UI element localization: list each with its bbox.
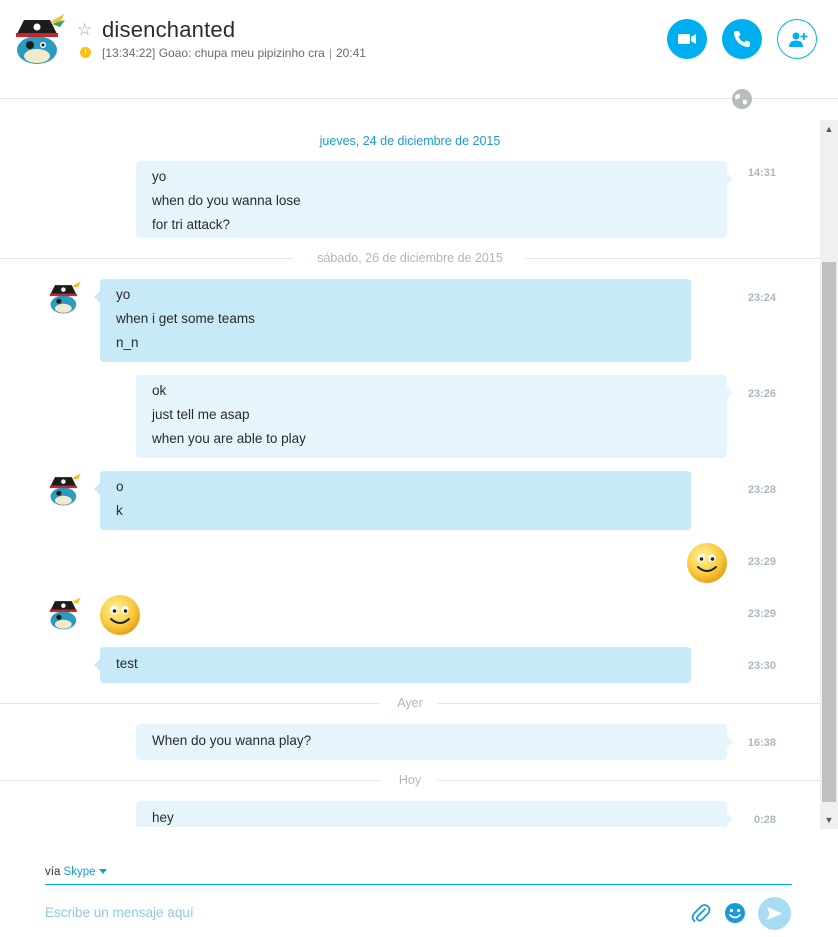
message-line: n_n (116, 335, 139, 350)
message-line: when you are able to play (152, 431, 306, 446)
contact-avatar-small[interactable] (46, 472, 82, 508)
smile-emoticon-icon[interactable] (686, 542, 728, 584)
scroll-up-arrow-icon[interactable]: ▲ (820, 120, 838, 138)
mood-text: [13:34:22] Goao: chupa meu pipizinho cra (102, 46, 325, 60)
contact-avatar-small[interactable] (46, 596, 82, 632)
message-line: ok (152, 383, 167, 398)
smile-emoticon-icon[interactable] (99, 594, 141, 636)
message-line: for tri attack? (152, 217, 231, 232)
date-separator: Hoy (0, 771, 820, 791)
contact-name: disenchanted (102, 17, 236, 42)
add-person-icon (789, 32, 808, 47)
conversation-area[interactable]: jueves, 24 de diciembre de 2015 yo when … (0, 120, 820, 827)
message-bubble-outgoing[interactable]: yo when do you wanna lose for tri attack… (136, 161, 733, 238)
video-camera-icon (678, 34, 696, 44)
message-line: yo (116, 287, 131, 302)
send-via-selector[interactable]: vía Skype (45, 866, 107, 878)
scrollbar-thumb[interactable] (822, 262, 836, 802)
via-label: vía (45, 866, 61, 878)
chat-scrollbar[interactable]: ▲ ▼ (820, 120, 838, 829)
message-bubble-outgoing[interactable]: hey (136, 801, 733, 827)
chat-header: ☆ disenchanted [13:34:22] Goao: chupa me… (0, 0, 838, 99)
message-line: k (116, 503, 123, 518)
mood-message: [13:34:22] Goao: chupa meu pipizinho cra… (102, 46, 366, 60)
contact-avatar-small[interactable] (46, 280, 82, 316)
message-time: 23:29 (747, 556, 776, 568)
message-line: o (116, 479, 124, 494)
message-line: test (116, 656, 138, 671)
via-service[interactable]: Skype (64, 866, 96, 878)
message-composer: vía Skype (0, 829, 838, 937)
message-bubble-incoming[interactable]: yo when i get some teams n_n (94, 279, 691, 362)
date-separator: sábado, 26 de diciembre de 2015 (0, 249, 820, 269)
date-separator: Ayer (0, 694, 820, 714)
audio-call-button[interactable] (722, 19, 762, 59)
message-bubble-outgoing[interactable]: ok just tell me asap when you are able t… (136, 375, 733, 458)
message-time: 23:24 (747, 292, 776, 304)
message-line: when do you wanna lose (152, 193, 301, 208)
dropdown-caret-icon[interactable] (98, 869, 107, 875)
message-bubble-incoming[interactable]: test (94, 647, 691, 683)
message-time: 16:38 (747, 737, 776, 749)
scroll-down-arrow-icon[interactable]: ▼ (820, 811, 838, 829)
message-input[interactable] (45, 901, 665, 923)
input-underline (45, 884, 792, 885)
favorite-star-icon[interactable]: ☆ (77, 20, 92, 40)
message-time: 23:28 (747, 484, 776, 496)
add-participant-button[interactable] (777, 19, 817, 59)
clock-icon (80, 47, 91, 58)
message-bubble-outgoing[interactable]: When do you wanna play? (136, 724, 733, 760)
attachment-paperclip-icon[interactable] (690, 902, 712, 924)
phone-icon (734, 31, 750, 47)
globe-icon[interactable] (731, 88, 753, 110)
message-line: hey (152, 810, 174, 825)
message-line: When do you wanna play? (152, 733, 312, 748)
send-button[interactable] (758, 897, 791, 930)
message-bubble-incoming[interactable]: o k (94, 471, 691, 530)
message-time: 23:26 (747, 388, 776, 400)
send-paper-plane-icon (767, 907, 782, 920)
video-call-button[interactable] (667, 19, 707, 59)
message-line: yo (152, 169, 167, 184)
message-line: just tell me asap (152, 407, 250, 422)
message-time: 23:29 (747, 608, 776, 620)
mood-time: 20:41 (335, 46, 366, 60)
message-line: when i get some teams (116, 311, 255, 326)
date-separator: jueves, 24 de diciembre de 2015 (319, 134, 501, 148)
message-time: 0:28 (753, 814, 776, 826)
message-time: 23:30 (747, 660, 776, 672)
message-time: 14:31 (747, 167, 776, 179)
contact-avatar[interactable] (10, 12, 66, 68)
emoticon-picker-icon[interactable] (724, 902, 746, 924)
